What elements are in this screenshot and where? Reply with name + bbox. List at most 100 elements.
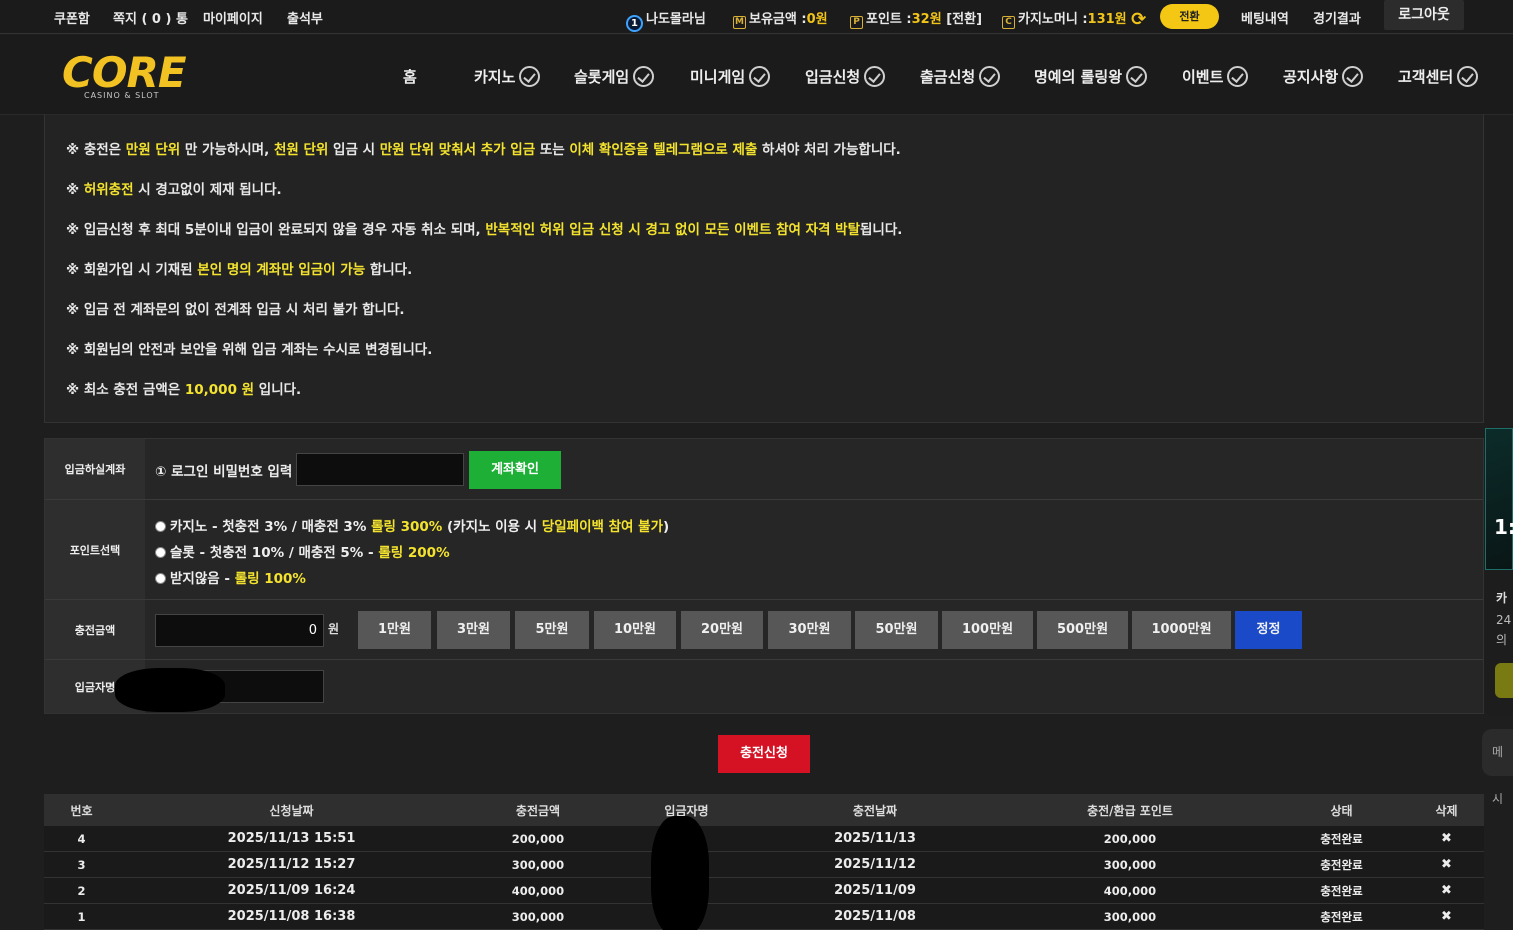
- level-icon: 1: [626, 15, 643, 32]
- nav-rolling-king[interactable]: 명예의 롤링왕: [1034, 66, 1148, 87]
- cell-request-date: 2025/11/08 16:38: [227, 909, 356, 924]
- highlight-text: 10,000 원: [184, 382, 255, 398]
- table-row: 2 2025/11/09 16:24 400,000 2025/11/09 40…: [44, 878, 1484, 904]
- option-text: 카지노 - 첫충전 3% / 매충전 3% 롤링 300% (카지노 이용 시 …: [170, 519, 669, 535]
- notice-text: 됩니다.: [860, 222, 903, 238]
- notice-text: 만 가능하시며,: [180, 142, 274, 158]
- nav-casino[interactable]: 카지노: [474, 66, 541, 87]
- highlight-text: 만원 단위 맞춰서 추가 입금: [379, 142, 536, 158]
- amount-500k-button[interactable]: 50만원: [855, 611, 938, 649]
- side-text: 의: [1496, 633, 1508, 647]
- radio-button[interactable]: [155, 547, 166, 558]
- amount-200k-button[interactable]: 20만원: [681, 611, 763, 649]
- delete-icon[interactable]: ✖: [1414, 878, 1479, 903]
- point-option-none[interactable]: 받지않음 - 롤링 100%: [155, 567, 306, 587]
- notice-text: 또는: [535, 142, 570, 158]
- notice-line: ※ 회원님의 안전과 보안을 위해 입금 계좌는 수시로 변경됩니다.: [66, 338, 432, 358]
- notice-text: 슬롯 - 첫충전 10% / 매충전 5% -: [170, 545, 379, 561]
- notice-text: 카지노 - 첫충전 3% / 매충전 3%: [170, 519, 372, 535]
- cell-amount: 300,000: [511, 909, 565, 924]
- nav-notice[interactable]: 공지사항: [1283, 66, 1364, 87]
- nav-minigame[interactable]: 미니게임: [690, 66, 771, 87]
- check-circle-icon: [1126, 66, 1148, 87]
- amount-10k-button[interactable]: 1만원: [358, 611, 431, 649]
- mypage-link[interactable]: 마이페이지: [203, 8, 263, 27]
- table-row: 4 2025/11/13 15:51 200,000 2025/11/13 20…: [44, 826, 1484, 852]
- col-header-no: 번호: [70, 803, 93, 818]
- top-bar: 쿠폰함 쪽지 ( 0 ) 통 마이페이지 출석부 1 나도몰라님 M 보유금액 :0…: [0, 0, 1513, 34]
- account-check-button[interactable]: 계좌확인: [469, 451, 561, 489]
- amount-1m-button[interactable]: 100만원: [942, 611, 1033, 649]
- notice-text: 하셔야 처리 가능합니다.: [757, 142, 901, 158]
- charge-submit-button[interactable]: 충전신청: [718, 735, 810, 773]
- nav-support[interactable]: 고객센터: [1398, 66, 1479, 87]
- notice-text: ※ 회원님의 안전과 보안을 위해 입금 계좌는 수시로 변경됩니다.: [66, 342, 433, 358]
- amount-input[interactable]: 0: [155, 614, 324, 647]
- balance-label: 보유금액 :: [749, 12, 807, 27]
- results-link[interactable]: 경기결과: [1313, 8, 1361, 27]
- check-circle-icon: [979, 66, 1001, 87]
- amount-5m-button[interactable]: 500만원: [1037, 611, 1128, 649]
- delete-icon[interactable]: ✖: [1414, 852, 1479, 877]
- message-link[interactable]: 쪽지 ( 0 ) 통: [113, 8, 188, 27]
- side-banner-text: 1:: [1494, 515, 1513, 539]
- nav-home[interactable]: 홈: [403, 66, 417, 87]
- notice-line: ※ 충전은 만원 단위 만 가능하시며, 천원 단위 입금 시 만원 단위 맞춰…: [66, 138, 901, 158]
- logout-button[interactable]: 로그아웃: [1384, 0, 1464, 30]
- nav-event[interactable]: 이벤트: [1182, 66, 1249, 87]
- attendance-link[interactable]: 출석부: [287, 8, 323, 27]
- password-prompt: ① 로그인 비밀번호 입력: [155, 464, 293, 480]
- betting-history-link[interactable]: 베팅내역: [1241, 8, 1289, 27]
- cell-amount: 300,000: [511, 857, 565, 872]
- nav-withdraw[interactable]: 출금신청: [920, 66, 1001, 87]
- delete-icon[interactable]: ✖: [1414, 904, 1479, 929]
- check-circle-icon: [749, 66, 771, 87]
- notice-text: ): [663, 519, 670, 535]
- point-option-casino[interactable]: 카지노 - 첫충전 3% / 매충전 3% 롤링 300% (카지노 이용 시 …: [155, 515, 669, 535]
- balance-value: 0원: [806, 12, 828, 27]
- amount-300k-button[interactable]: 30만원: [768, 611, 851, 649]
- password-input[interactable]: [296, 453, 464, 486]
- reset-button[interactable]: 정정: [1235, 611, 1302, 649]
- cell-request-date: 2025/11/09 16:24: [227, 883, 356, 898]
- account-label: 입금하실계좌: [45, 439, 145, 499]
- point-option-slot[interactable]: 슬롯 - 첫충전 10% / 매충전 5% - 롤링 200%: [155, 541, 450, 561]
- nav-slot[interactable]: 슬롯게임: [574, 66, 655, 87]
- delete-icon[interactable]: ✖: [1414, 826, 1479, 851]
- table-row: 3 2025/11/12 15:27 300,000 2025/11/12 30…: [44, 852, 1484, 878]
- cell-points: 400,000: [1103, 883, 1157, 898]
- cell-amount: 200,000: [511, 831, 565, 846]
- depositor-row: 입금자명: [45, 660, 1483, 713]
- notice-text: ※ 입금신청 후 최대 5분이내 입금이 완료되지 않을 경우 자동 취소 되며…: [66, 222, 486, 238]
- casino-money-label: 카지노머니 :: [1018, 12, 1088, 27]
- radio-button[interactable]: [155, 573, 166, 584]
- radio-button[interactable]: [155, 521, 166, 532]
- cell-no: 3: [77, 857, 86, 872]
- option-text: 받지않음 - 롤링 100%: [170, 571, 306, 587]
- col-header-points: 충전/환급 포인트: [1087, 803, 1173, 818]
- cell-status: 충전완료: [1320, 909, 1363, 924]
- notice-line: ※ 입금신청 후 최대 5분이내 입금이 완료되지 않을 경우 자동 취소 되며…: [66, 218, 902, 238]
- amount-10m-button[interactable]: 1000만원: [1132, 611, 1231, 649]
- nav-deposit-label: 입금신청: [805, 68, 861, 86]
- core-logo[interactable]: CORE CASINO & SLOT: [62, 52, 187, 103]
- nav-rolling-king-label: 명예의 롤링왕: [1034, 68, 1123, 86]
- table-header: 번호 신청날짜 충전금액 입금자명 충전날짜 충전/환급 포인트 상태 삭제: [44, 794, 1484, 826]
- coupon-link[interactable]: 쿠폰함: [54, 8, 90, 27]
- refresh-icon[interactable]: ⟳: [1131, 9, 1146, 30]
- side-action-button[interactable]: [1495, 663, 1513, 698]
- cell-request-date: 2025/11/12 15:27: [227, 857, 356, 872]
- highlight-text: 롤링 200%: [378, 545, 450, 561]
- amount-30k-button[interactable]: 3만원: [437, 611, 510, 649]
- nav-deposit[interactable]: 입금신청: [805, 66, 886, 87]
- message-widget-button[interactable]: 메시: [1482, 729, 1513, 806]
- amount-50k-button[interactable]: 5만원: [515, 611, 589, 649]
- side-banner[interactable]: 1:: [1485, 428, 1513, 570]
- balance-info: M 보유금액 :0원: [733, 8, 828, 29]
- convert-button[interactable]: 전환: [1160, 4, 1219, 29]
- point-convert-link[interactable]: [전환]: [946, 12, 982, 27]
- highlight-text: 롤링 100%: [234, 571, 306, 587]
- point-value: 32원: [911, 12, 942, 27]
- cell-status: 충전완료: [1320, 857, 1363, 872]
- amount-100k-button[interactable]: 10만원: [594, 611, 676, 649]
